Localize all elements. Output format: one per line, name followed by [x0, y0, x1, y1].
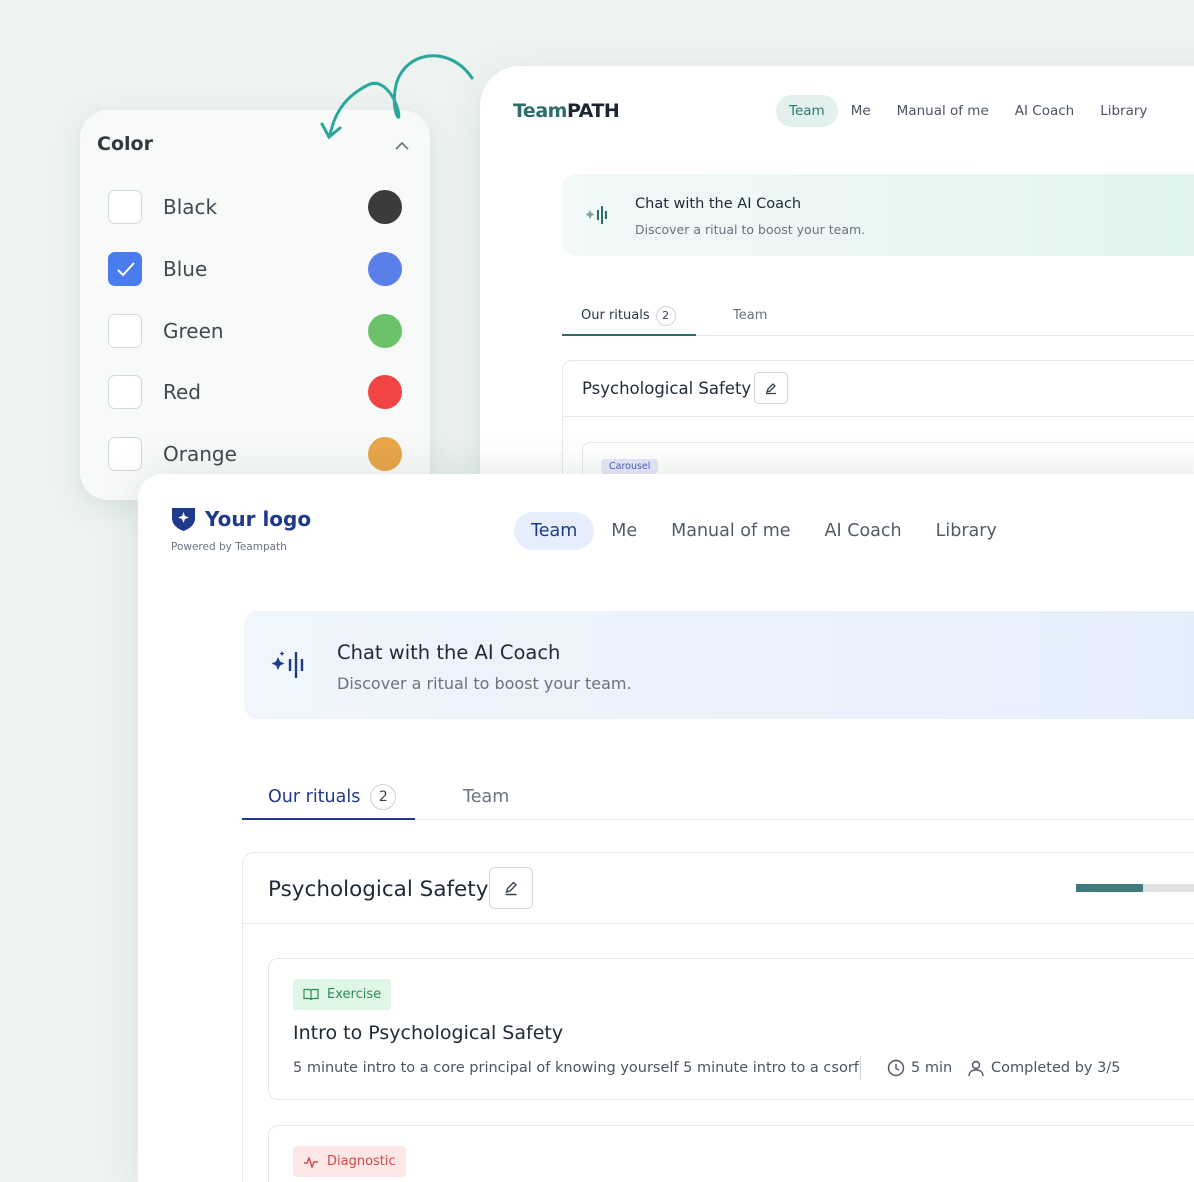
tp-nav-library[interactable]: Library: [1087, 95, 1160, 127]
pencil-icon: [505, 881, 517, 896]
brand-logo[interactable]: Your logo: [170, 505, 311, 532]
progress-bar: [1076, 884, 1194, 892]
color-checkbox[interactable]: [108, 190, 142, 224]
tp-tabs: Our rituals 2 Team: [562, 292, 1194, 336]
color-label: Blue: [163, 257, 208, 281]
ritual-card: Psychological Safety Exercise Intro to P…: [242, 852, 1194, 1182]
nav-me[interactable]: Me: [594, 512, 654, 550]
duration-meta: 5 min: [887, 1059, 952, 1077]
clock-icon: [887, 1059, 905, 1077]
chat-title: Chat with the AI Coach: [337, 641, 561, 664]
card-divider: [243, 923, 1194, 924]
color-checkbox[interactable]: [108, 375, 142, 409]
sparkle-waveform-icon: [270, 647, 310, 688]
tp-card-divider: [563, 416, 1194, 417]
pencil-icon: [765, 383, 776, 395]
teampath-logo: TeamPATH: [513, 100, 620, 122]
color-checkbox-checked[interactable]: [108, 252, 142, 286]
teampath-window: TeamPATH Team Me Manual of me AI Coach L…: [480, 66, 1194, 496]
color-swatch: [368, 437, 402, 471]
custom-brand-window: Your logo Powered by Teampath Team Me Ma…: [138, 474, 1194, 1182]
chat-banner[interactable]: Chat with the AI Coach Discover a ritual…: [244, 611, 1194, 719]
tp-tab-team[interactable]: Team: [733, 308, 767, 323]
tp-tab-our-rituals[interactable]: Our rituals 2: [581, 306, 676, 326]
rituals-count-badge: 2: [370, 784, 397, 810]
color-swatch: [368, 252, 402, 286]
exercise-tag: Exercise: [293, 979, 392, 1010]
color-label: Orange: [163, 442, 237, 466]
progress-fill: [1076, 884, 1144, 892]
tp-nav-team[interactable]: Team: [776, 95, 838, 127]
nav-library[interactable]: Library: [919, 512, 1014, 550]
color-checkbox[interactable]: [108, 437, 142, 471]
sparkle-waveform-icon: [584, 200, 614, 230]
tp-card-title: Psychological Safety: [582, 379, 752, 398]
main-nav: Team Me Manual of me AI Coach Library: [514, 512, 1014, 550]
tab-underline: [242, 817, 415, 820]
ritual-title: Intro to Psychological Safety: [293, 1022, 564, 1044]
powered-by-text: Powered by Teampath: [171, 541, 287, 553]
nav-ai-coach[interactable]: AI Coach: [808, 512, 919, 550]
color-label: Red: [163, 380, 201, 404]
color-filter-heading: Color: [97, 133, 153, 155]
ritual-tabs: Our rituals 2 Team: [242, 774, 1194, 820]
user-icon: [968, 1060, 984, 1077]
pulse-icon: [304, 1155, 318, 1168]
diagnostic-tag: Diagnostic: [293, 1146, 406, 1177]
tp-chat-banner[interactable]: Chat with the AI Coach Discover a ritual…: [562, 174, 1194, 256]
color-filter-panel: Color Black Blue Green Red Orange: [80, 110, 430, 500]
curved-arrow-icon: [320, 54, 474, 140]
color-swatch: [368, 190, 402, 224]
tp-chat-title: Chat with the AI Coach: [635, 196, 802, 212]
tp-rituals-count: 2: [655, 306, 676, 326]
tp-tab-underline: [562, 334, 696, 336]
tp-edit-button[interactable]: [754, 372, 788, 404]
color-label: Green: [163, 319, 224, 343]
color-option-blue[interactable]: Blue: [108, 249, 408, 289]
teampath-nav: Team Me Manual of me AI Coach Library: [776, 95, 1160, 127]
brand-name: Your logo: [205, 506, 312, 531]
color-swatch: [368, 375, 402, 409]
tp-nav-ai-coach[interactable]: AI Coach: [1002, 95, 1087, 127]
ritual-item[interactable]: Diagnostic: [268, 1125, 1194, 1182]
edit-button[interactable]: [489, 867, 533, 909]
card-title: Psychological Safety: [268, 877, 489, 902]
color-option-red[interactable]: Red: [108, 372, 408, 412]
color-option-black[interactable]: Black: [108, 187, 408, 227]
book-icon: [303, 988, 319, 1001]
color-option-orange[interactable]: Orange: [108, 434, 408, 474]
tab-team[interactable]: Team: [463, 787, 509, 807]
nav-manual-of-me[interactable]: Manual of me: [654, 512, 807, 550]
tab-our-rituals[interactable]: Our rituals 2: [268, 784, 397, 810]
tp-nav-me[interactable]: Me: [838, 95, 884, 127]
color-checkbox[interactable]: [108, 314, 142, 348]
color-label: Black: [163, 195, 218, 219]
tp-nav-manual[interactable]: Manual of me: [884, 95, 1002, 127]
meta-divider: [860, 1056, 861, 1080]
nav-team[interactable]: Team: [514, 512, 595, 550]
ritual-item[interactable]: Exercise Intro to Psychological Safety 5…: [268, 958, 1194, 1100]
shield-logo-icon: [172, 508, 195, 531]
chat-subtitle: Discover a ritual to boost your team.: [337, 674, 632, 693]
color-option-green[interactable]: Green: [108, 311, 408, 351]
ritual-description: 5 minute intro to a core principal of kn…: [293, 1060, 859, 1076]
tp-chat-subtitle: Discover a ritual to boost your team.: [635, 222, 866, 237]
color-swatch: [368, 314, 402, 348]
completion-meta: Completed by 3/5: [967, 1059, 1120, 1077]
tp-carousel-tag: Carousel: [601, 459, 659, 474]
checkmark-icon: [117, 262, 135, 277]
